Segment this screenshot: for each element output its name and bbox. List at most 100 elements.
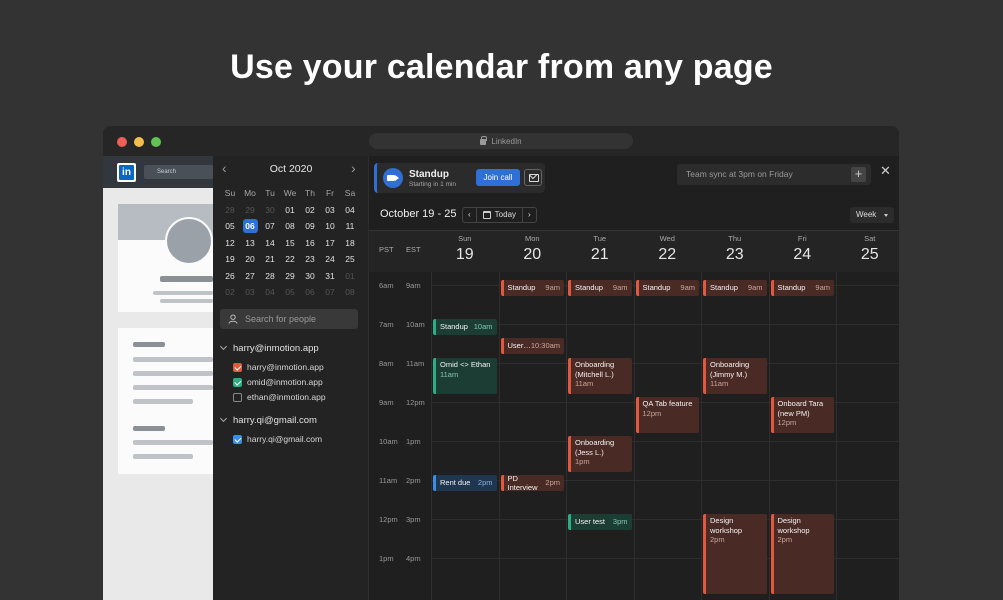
checkbox[interactable]: [233, 362, 242, 372]
day-column-header[interactable]: Sat 25: [836, 234, 899, 264]
day-column-header[interactable]: Fri 24: [769, 234, 837, 264]
calendar-event[interactable]: User test 3pm: [568, 514, 632, 530]
mini-calendar-day[interactable]: 12: [220, 235, 240, 252]
maximize-window-button[interactable]: [151, 137, 161, 147]
mini-calendar-day[interactable]: 01: [280, 202, 300, 219]
mini-calendar-day[interactable]: 04: [260, 284, 280, 301]
mini-calendar-day[interactable]: 06: [240, 218, 260, 235]
account-harry-inmotion[interactable]: harry@inmotion.app: [219, 342, 319, 354]
mini-calendar-day[interactable]: 14: [260, 235, 280, 252]
mini-calendar-day[interactable]: 02: [300, 202, 320, 219]
account-harry-gmail[interactable]: harry.qi@gmail.com: [219, 414, 317, 426]
calendar-event[interactable]: Design workshop 2pm: [770, 514, 834, 594]
mini-calendar-day[interactable]: 13: [240, 235, 260, 252]
mini-calendar-day[interactable]: 25: [340, 251, 360, 268]
mini-calendar-day[interactable]: 20: [240, 251, 260, 268]
week-grid[interactable]: 6am 9am 7am 10am 8am 11am 9am 12pm 10am 1pm 11am 2p…: [369, 272, 899, 600]
mini-calendar-day[interactable]: 28: [220, 202, 240, 219]
mini-calendar-day[interactable]: 29: [280, 268, 300, 285]
mini-calendar-day[interactable]: 05: [220, 218, 240, 235]
calendar-toggle-ethan[interactable]: ethan@inmotion.app: [233, 392, 326, 402]
day-column-header[interactable]: Mon 20: [499, 234, 567, 264]
mini-calendar-next-button[interactable]: ›: [351, 160, 356, 176]
mini-calendar-day[interactable]: 06: [300, 284, 320, 301]
calendar-event[interactable]: Omid <> Ethan 11am: [433, 358, 497, 394]
event-time: 9am: [612, 283, 628, 293]
calendar-event[interactable]: Onboarding (Jimmy M.) 11am: [703, 358, 767, 394]
linkedin-logo[interactable]: in: [117, 163, 136, 182]
today-button[interactable]: Today: [475, 208, 524, 222]
mini-calendar-day[interactable]: 08: [280, 218, 300, 235]
calendar-toggle-harry[interactable]: harry@inmotion.app: [233, 362, 324, 372]
calendar-event[interactable]: Standup 10am: [433, 319, 497, 335]
calendar-event[interactable]: Onboarding (Jess L.) 1pm: [568, 436, 632, 472]
mini-calendar-day[interactable]: 21: [260, 251, 280, 268]
mini-calendar-day[interactable]: 10: [320, 218, 340, 235]
mini-calendar-day[interactable]: 01: [340, 268, 360, 285]
day-column-header[interactable]: Thu 23: [701, 234, 769, 264]
mini-calendar-day[interactable]: 08: [340, 284, 360, 301]
calendar-event[interactable]: Rent due 2pm: [433, 475, 497, 491]
minimize-window-button[interactable]: [134, 137, 144, 147]
mini-calendar-day[interactable]: 02: [220, 284, 240, 301]
mini-calendar-day[interactable]: 22: [280, 251, 300, 268]
mini-calendar-day[interactable]: 30: [260, 202, 280, 219]
checkbox[interactable]: [233, 392, 242, 402]
calendar-event[interactable]: Onboarding (Mitchell L.) 11am: [568, 358, 632, 394]
mini-calendar-day[interactable]: 19: [220, 251, 240, 268]
view-select[interactable]: Week: [850, 207, 894, 223]
mini-calendar-day[interactable]: 03: [240, 284, 260, 301]
address-bar[interactable]: LinkedIn: [369, 133, 633, 149]
day-column-header[interactable]: Tue 21: [566, 234, 634, 264]
mail-icon[interactable]: [524, 169, 542, 186]
calendar-event[interactable]: PD Interview 2pm: [500, 475, 564, 491]
people-search-input[interactable]: Search for people: [220, 309, 358, 329]
plus-icon[interactable]: +: [851, 167, 866, 182]
mini-calendar-day[interactable]: 09: [300, 218, 320, 235]
calendar-event[interactable]: Standup 9am: [703, 280, 767, 296]
checkbox[interactable]: [233, 377, 242, 387]
mini-calendar-day[interactable]: 15: [280, 235, 300, 252]
join-call-button[interactable]: Join call: [476, 169, 520, 186]
mini-calendar-day[interactable]: 16: [300, 235, 320, 252]
mini-calendar-day[interactable]: 17: [320, 235, 340, 252]
close-icon[interactable]: ✕: [880, 163, 891, 179]
mini-calendar-day[interactable]: 30: [300, 268, 320, 285]
mini-calendar-day[interactable]: 07: [320, 284, 340, 301]
calendar-event[interactable]: Standup 9am: [635, 280, 699, 296]
calendar-event[interactable]: QA Tab feature 12pm: [635, 397, 699, 433]
linkedin-search[interactable]: Search: [144, 165, 213, 179]
next-week-button[interactable]: ›: [523, 208, 536, 222]
calendar-toggle-harry-gmail[interactable]: harry.qi@gmail.com: [233, 434, 322, 444]
mini-calendar-header: ‹ Oct 2020 ›: [213, 160, 369, 178]
calendar-event[interactable]: Standup 9am: [568, 280, 632, 296]
mini-calendar-day[interactable]: 04: [340, 202, 360, 219]
calendar-event[interactable]: User… 10:30am: [500, 338, 564, 354]
mini-calendar-day[interactable]: 28: [260, 268, 280, 285]
day-column-header[interactable]: Sun 19: [431, 234, 499, 264]
calendar-event[interactable]: Onboard Tara (new PM) 12pm: [770, 397, 834, 433]
mini-calendar-day[interactable]: 23: [300, 251, 320, 268]
mini-calendar-day[interactable]: 03: [320, 202, 340, 219]
calendar-toggle-omid[interactable]: omid@inmotion.app: [233, 377, 323, 387]
mini-calendar-day[interactable]: 07: [260, 218, 280, 235]
mini-calendar-day[interactable]: 18: [340, 235, 360, 252]
calendar-event[interactable]: Standup 9am: [500, 280, 564, 296]
mini-calendar-day[interactable]: 29: [240, 202, 260, 219]
quick-add-input[interactable]: Team sync at 3pm on Friday +: [677, 164, 871, 185]
calendar-event[interactable]: Standup 9am: [770, 280, 834, 296]
mini-calendar-day[interactable]: 11: [340, 218, 360, 235]
mini-calendar-day[interactable]: 31: [320, 268, 340, 285]
checkbox[interactable]: [233, 434, 242, 444]
day-column-header[interactable]: Wed 22: [634, 234, 702, 264]
mini-calendar-day[interactable]: 26: [220, 268, 240, 285]
day-divider: [633, 272, 635, 600]
mini-calendar-day[interactable]: 27: [240, 268, 260, 285]
calendar-event[interactable]: Design workshop 2pm: [703, 514, 767, 594]
prev-week-button[interactable]: ‹: [463, 208, 476, 222]
mini-calendar-day[interactable]: 24: [320, 251, 340, 268]
upcoming-meeting-card[interactable]: Standup Starting in 1 min Join call: [374, 163, 545, 193]
close-window-button[interactable]: [117, 137, 127, 147]
timezone-label: PST: [379, 245, 394, 254]
mini-calendar-day[interactable]: 05: [280, 284, 300, 301]
